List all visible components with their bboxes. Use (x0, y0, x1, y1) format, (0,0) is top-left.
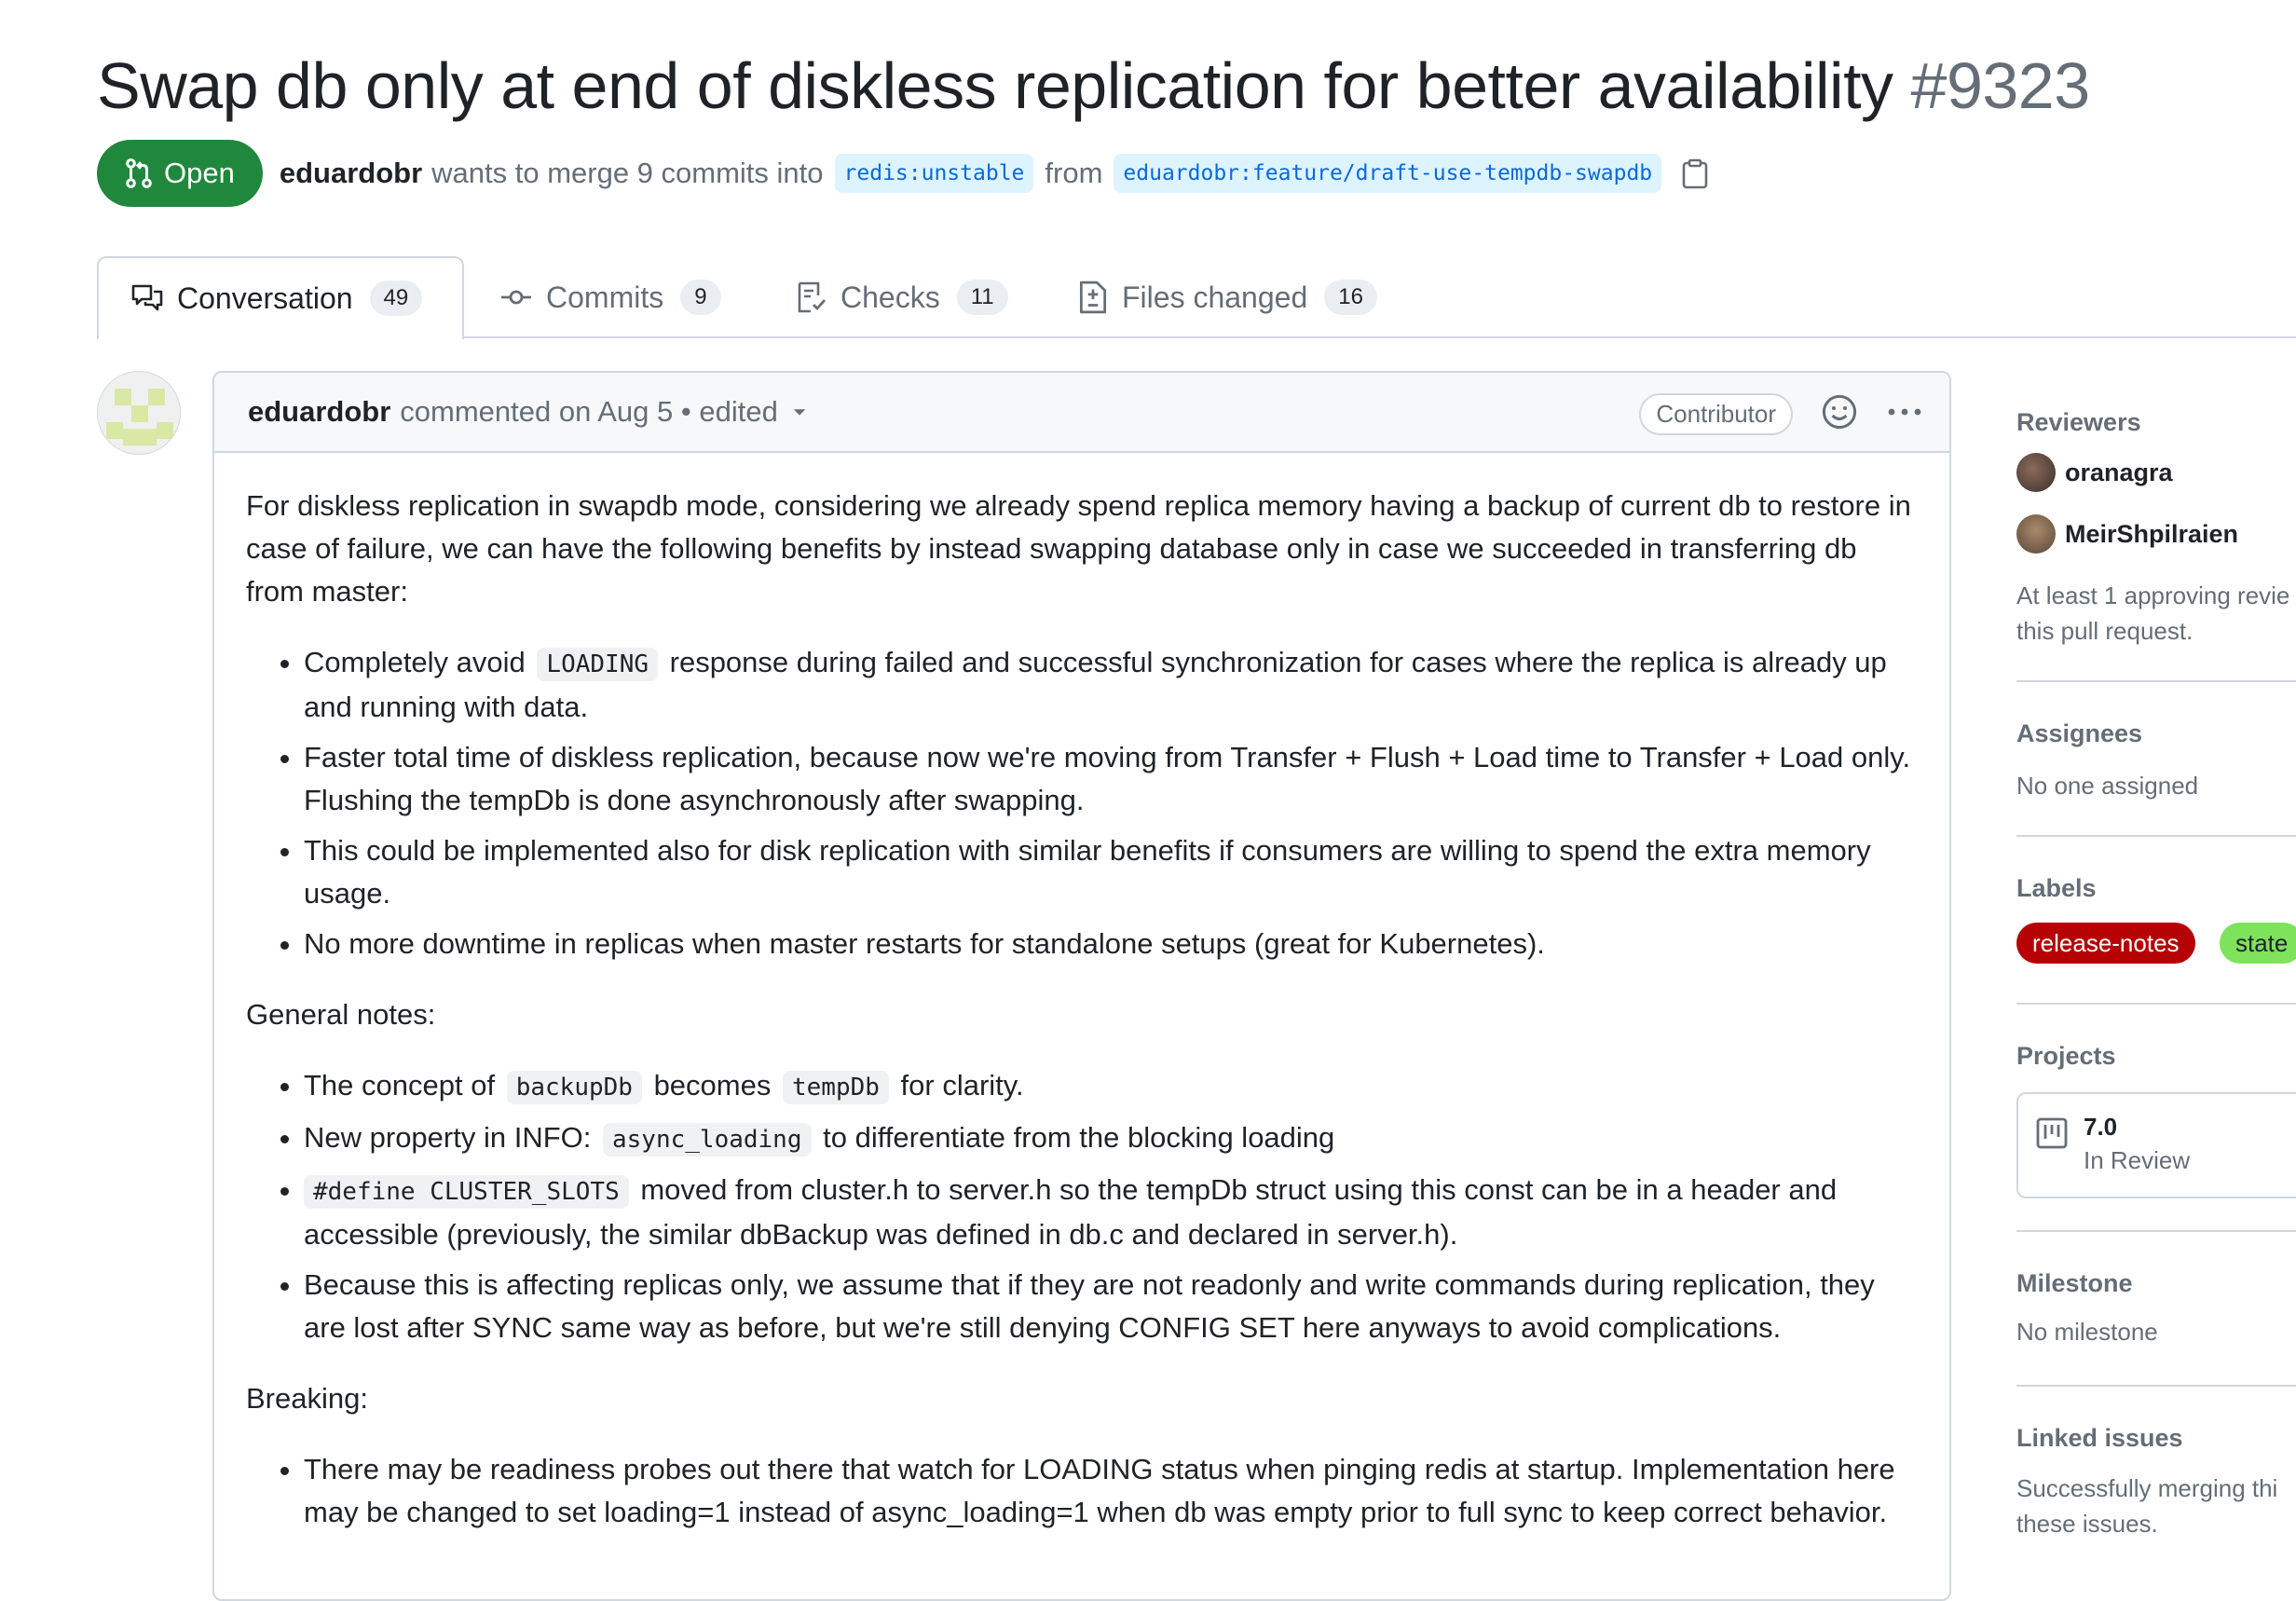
divider (2016, 835, 2296, 837)
label-release-notes[interactable]: release-notes (2016, 923, 2195, 964)
breaking-list: There may be readiness probes out there … (246, 1448, 1916, 1534)
text: becomes (653, 1069, 772, 1102)
avatar (2016, 453, 2056, 492)
inline-code: tempDb (782, 1071, 889, 1104)
comment-author-link[interactable]: eduardobr (248, 395, 390, 429)
comment-header: eduardobr commented on Aug 5 • edited Co… (214, 373, 1949, 453)
list-item: This could be implemented also for disk … (304, 829, 1916, 915)
contributor-badge: Contributor (1639, 393, 1793, 435)
linked-issues-note: Successfully merging thi (2016, 1474, 2278, 1502)
git-pull-request-icon (126, 158, 152, 188)
tab-commits[interactable]: Commits 9 (499, 256, 721, 338)
reviewer-name: MeirShpilraien (2065, 519, 2239, 548)
text: for clarity. (900, 1069, 1024, 1102)
assignees-value: No one assigned (2016, 772, 2199, 800)
tab-label: Checks (840, 280, 940, 314)
label-state[interactable]: state (2220, 923, 2296, 964)
tab-checks[interactable]: Checks 11 (794, 256, 1008, 338)
merge-text: wants to merge 9 commits into (431, 157, 824, 189)
smiley-icon (1822, 394, 1857, 430)
assignees-heading[interactable]: Assignees (2016, 719, 2142, 748)
comment-discussion-icon (131, 284, 163, 311)
list-item: Faster total time of diskless replicatio… (304, 736, 1916, 822)
tab-label: Files changed (1122, 280, 1308, 314)
milestone-value: No milestone (2016, 1318, 2158, 1346)
project-name: 7.0 (2084, 1113, 2118, 1141)
pr-number[interactable]: #9323 (1911, 49, 2091, 122)
text: New property in INFO: (304, 1121, 592, 1154)
divider (2016, 1385, 2296, 1387)
divider (2016, 1003, 2296, 1005)
reviewer-name: oranagra (2065, 458, 2173, 486)
reviewers-note: this pull request. (2016, 617, 2194, 645)
list-item: New property in INFO: async_loading to d… (304, 1116, 1916, 1161)
list-item: Completely avoid LOADING response during… (304, 641, 1916, 729)
reviewer-meirshpilraien[interactable]: MeirShpilraien (2016, 514, 2238, 554)
notes-list: The concept of backupDb becomes tempDb f… (246, 1064, 1916, 1349)
list-item: Because this is affecting replicas only,… (304, 1264, 1916, 1349)
copy-icon (1682, 158, 1708, 189)
benefits-list: Completely avoid LOADING response during… (246, 641, 1916, 965)
tab-label: Conversation (177, 281, 353, 315)
from-text: from (1045, 157, 1103, 189)
milestone-heading[interactable]: Milestone (2016, 1269, 2133, 1298)
text: Completely avoid (304, 646, 526, 678)
pr-title-text: Swap db only at end of diskless replicat… (97, 49, 1893, 122)
divider (2016, 680, 2296, 682)
breaking-heading: Breaking: (246, 1382, 368, 1415)
kebab-horizontal-icon (1888, 408, 1921, 416)
linked-issues-note: these issues. (2016, 1510, 2158, 1538)
base-branch[interactable]: redis:unstable (834, 154, 1034, 193)
reviewers-heading[interactable]: Reviewers (2016, 408, 2141, 437)
inline-code: LOADING (537, 648, 658, 681)
tab-files-changed[interactable]: Files changed 16 (1077, 256, 1377, 338)
add-reaction-button[interactable] (1821, 393, 1858, 438)
reviewers-note: At least 1 approving revie (2016, 582, 2290, 609)
list-item: #define CLUSTER_SLOTS moved from cluster… (304, 1169, 1916, 1256)
file-diff-icon (1079, 281, 1107, 314)
project-card[interactable]: 7.0 In Review (2016, 1092, 2296, 1198)
linked-issues-heading[interactable]: Linked issues (2016, 1424, 2183, 1453)
commit-icon (501, 290, 531, 305)
head-branch[interactable]: eduardobr:feature/draft-use-tempdb-swapd… (1114, 154, 1662, 193)
inline-code: backupDb (506, 1071, 642, 1104)
comment-meta[interactable]: commented on Aug 5 • edited (400, 395, 778, 429)
tab-conversation[interactable]: Conversation 49 (97, 256, 464, 340)
pr-meta: Open eduardobr wants to merge 9 commits … (97, 140, 1710, 207)
tab-counter: 9 (680, 280, 721, 315)
reviewer-oranagra[interactable]: oranagra (2016, 453, 2173, 492)
status-badge: Open (97, 140, 263, 207)
pr-description-comment: eduardobr commented on Aug 5 • edited Co… (212, 371, 1951, 1601)
status-label: Open (164, 157, 235, 189)
tab-counter: 16 (1324, 280, 1377, 315)
project-status: In Review (2084, 1146, 2191, 1174)
pr-tabs: Conversation 49 Commits 9 Checks 11 File… (97, 256, 2296, 340)
list-item: The concept of backupDb becomes tempDb f… (304, 1064, 1916, 1109)
pr-author-link[interactable]: eduardobr (280, 157, 422, 190)
text: The concept of (304, 1069, 496, 1102)
chevron-down-icon[interactable] (791, 404, 808, 420)
list-item: No more downtime in replicas when master… (304, 923, 1916, 965)
projects-heading[interactable]: Projects (2016, 1042, 2116, 1071)
labels-heading[interactable]: Labels (2016, 874, 2097, 903)
pr-title: Swap db only at end of diskless replicat… (97, 48, 2090, 123)
general-notes-heading: General notes: (246, 998, 436, 1031)
text: to differentiate from the blocking loadi… (823, 1121, 1335, 1154)
avatar (2016, 514, 2056, 554)
more-options-button[interactable] (1886, 395, 1923, 436)
intro-paragraph: For diskless replication in swapdb mode,… (246, 489, 1911, 608)
tab-counter: 11 (956, 280, 1008, 315)
copy-branch-button[interactable] (1680, 157, 1710, 189)
checklist-icon (798, 281, 827, 313)
identicon-icon (98, 372, 180, 454)
tab-counter: 49 (369, 281, 423, 316)
comment-body: For diskless replication in swapdb mode,… (214, 453, 1949, 1534)
project-icon (2036, 1117, 2068, 1149)
tab-label: Commits (546, 280, 664, 314)
list-item: There may be readiness probes out there … (304, 1448, 1916, 1534)
avatar[interactable] (97, 371, 181, 455)
inline-code: #define CLUSTER_SLOTS (304, 1175, 629, 1209)
divider (2016, 1230, 2296, 1232)
inline-code: async_loading (603, 1123, 812, 1156)
